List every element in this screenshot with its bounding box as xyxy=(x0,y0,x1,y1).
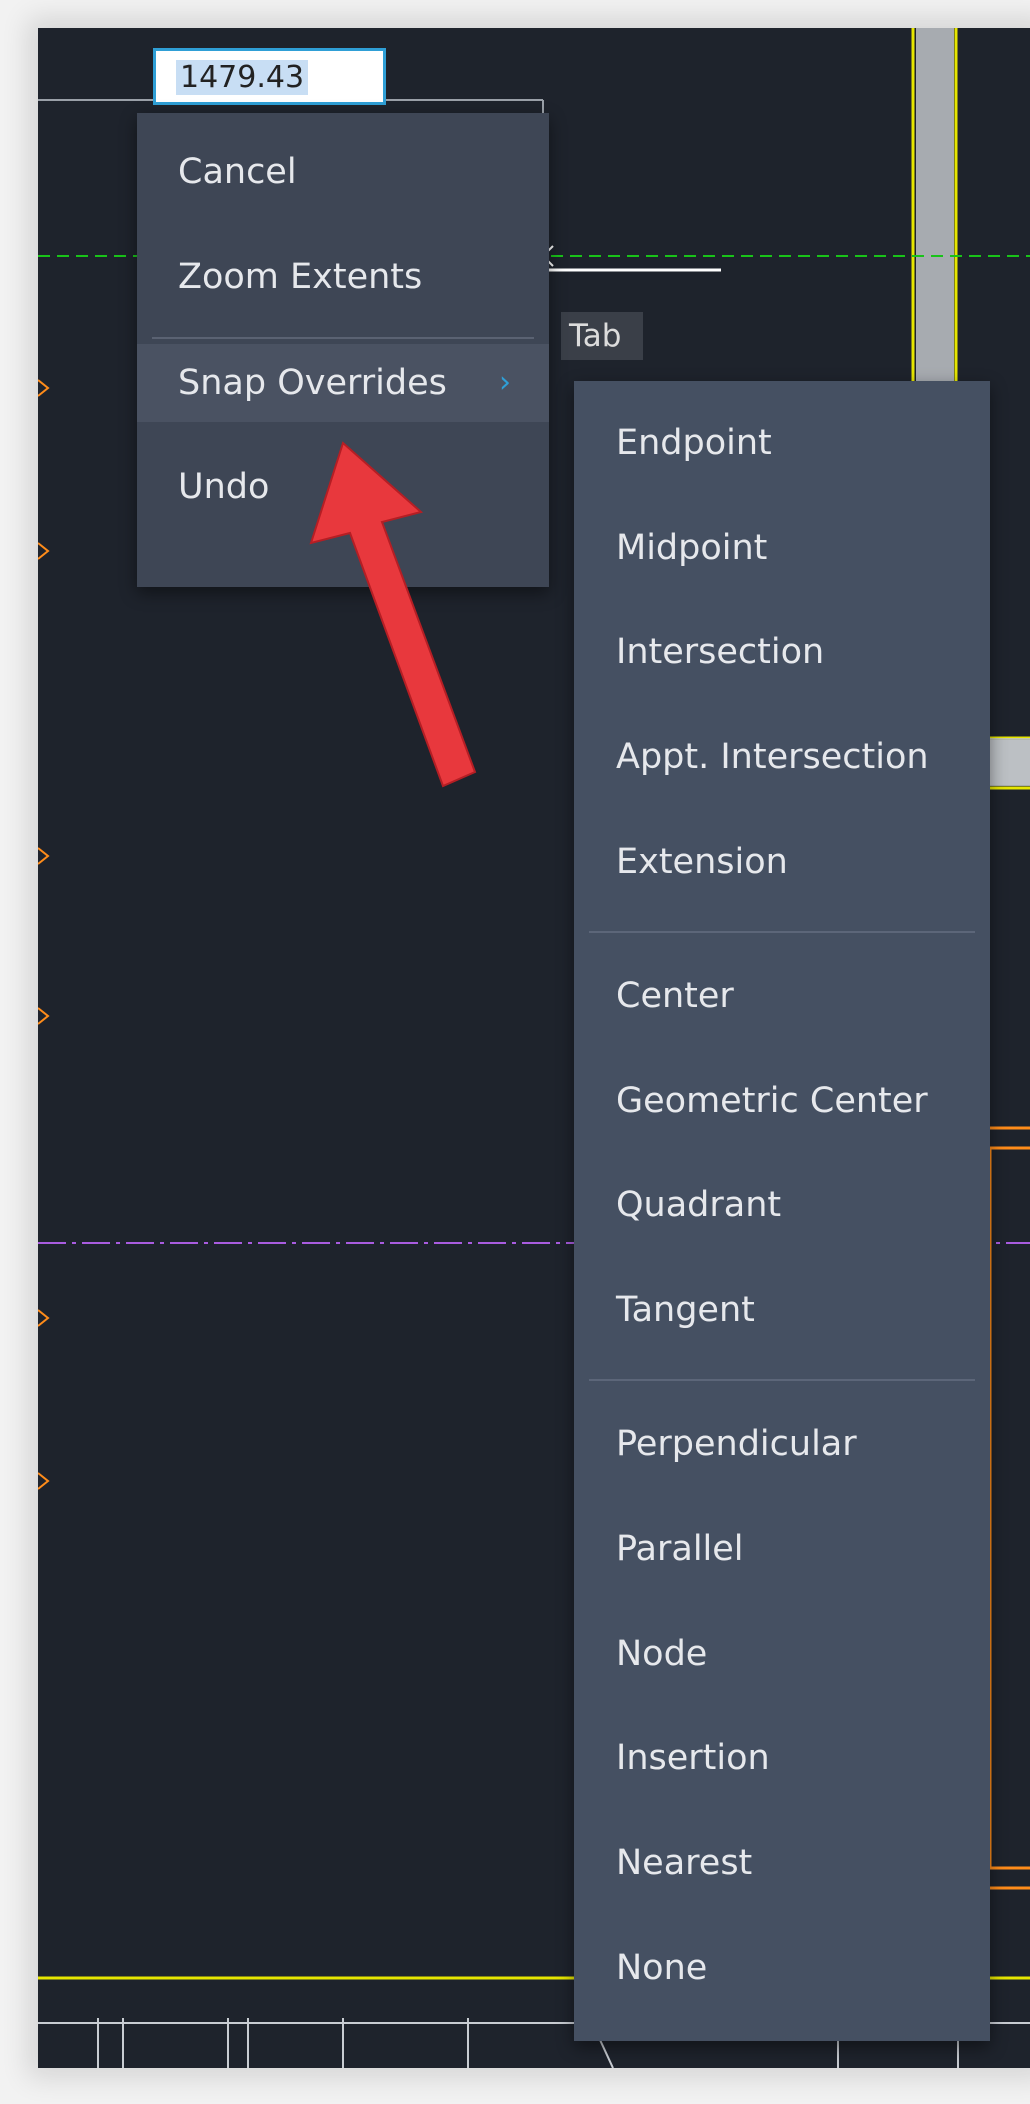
screenshot-frame: 1479.43 Tab Cancel Zoom Extents Snap Ove… xyxy=(0,0,1030,2104)
drawing-canvas[interactable]: 1479.43 Tab Cancel Zoom Extents Snap Ove… xyxy=(38,28,1030,2068)
red-arrow-icon xyxy=(309,441,477,788)
